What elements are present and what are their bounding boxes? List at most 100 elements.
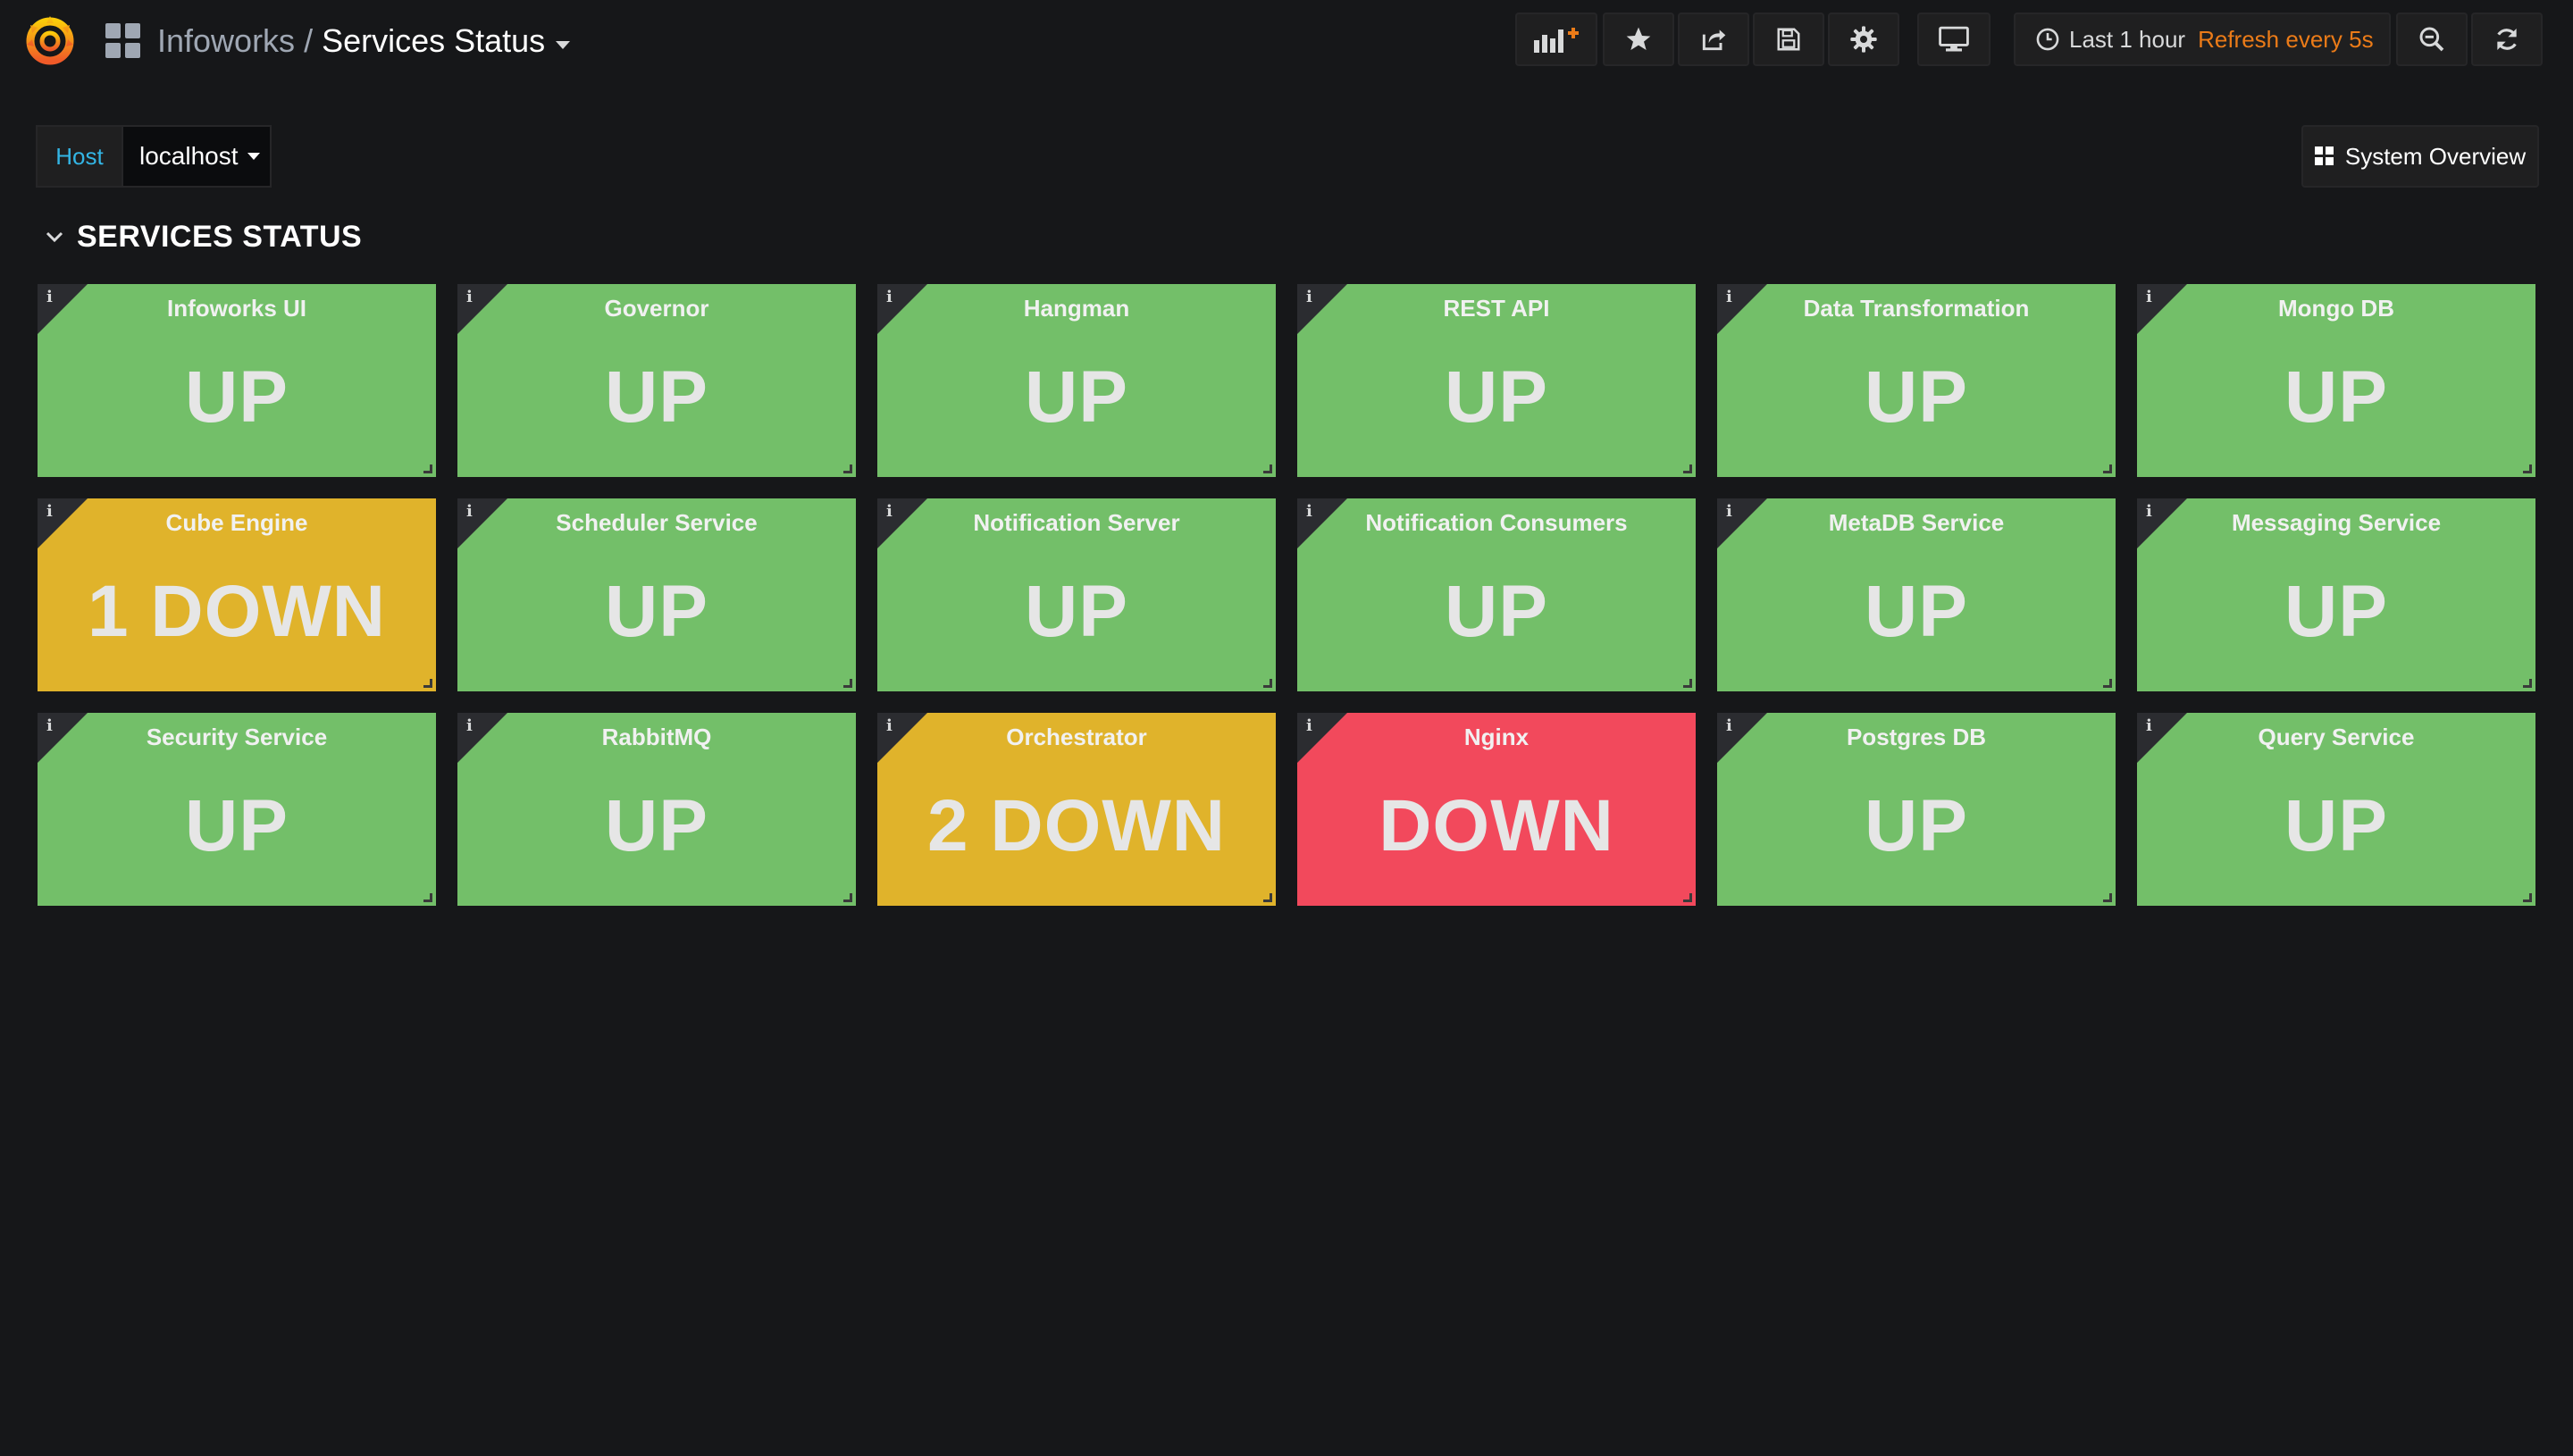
panel-status-value: UP	[2284, 571, 2388, 652]
panel-status-value: UP	[1445, 356, 1548, 438]
panel-status-value: UP	[2284, 785, 2388, 866]
resize-handle-icon[interactable]	[1263, 893, 1272, 902]
panel-title[interactable]: Nginx	[1297, 724, 1696, 751]
grafana-logo-icon[interactable]	[21, 11, 79, 68]
singlestat-panel[interactable]: i Cube Engine 1 DOWN	[38, 498, 436, 691]
panel-title[interactable]: Messaging Service	[2137, 509, 2535, 537]
singlestat-panel[interactable]: i Security Service UP	[38, 713, 436, 906]
panel-title[interactable]: Security Service	[38, 724, 436, 751]
resize-handle-icon[interactable]	[1263, 679, 1272, 688]
singlestat-panel[interactable]: i Postgres DB UP	[1717, 713, 2116, 906]
add-panel-button[interactable]	[1515, 13, 1597, 66]
panel-status-value: UP	[1865, 356, 1968, 438]
singlestat-panel[interactable]: i Scheduler Service UP	[457, 498, 856, 691]
panel-title[interactable]: MetaDB Service	[1717, 509, 2116, 537]
panel-title[interactable]: RabbitMQ	[457, 724, 856, 751]
resize-handle-icon[interactable]	[843, 464, 852, 473]
panel-title[interactable]: Infoworks UI	[38, 295, 436, 322]
system-overview-link[interactable]: System Overview	[2301, 125, 2539, 188]
share-dashboard-button[interactable]	[1678, 13, 1749, 66]
resize-handle-icon[interactable]	[1683, 893, 1692, 902]
top-navbar: Infoworks / Services Status Last 1 hour …	[0, 0, 2573, 80]
resize-handle-icon[interactable]	[423, 464, 432, 473]
panel-status-value: 1 DOWN	[88, 571, 386, 652]
panel-title[interactable]: Notification Consumers	[1297, 509, 1696, 537]
resize-handle-icon[interactable]	[2103, 464, 2112, 473]
singlestat-panel[interactable]: i Query Service UP	[2137, 713, 2535, 906]
settings-icon	[1850, 26, 1877, 53]
resize-handle-icon[interactable]	[1263, 464, 1272, 473]
singlestat-panel[interactable]: i Nginx DOWN	[1297, 713, 1696, 906]
share-icon	[1702, 29, 1726, 51]
save-dashboard-button[interactable]	[1753, 13, 1824, 66]
resize-handle-icon[interactable]	[1683, 464, 1692, 473]
panel-status-value: UP	[1865, 571, 1968, 652]
singlestat-panel[interactable]: i Orchestrator 2 DOWN	[877, 713, 1276, 906]
panel-title[interactable]: Data Transformation	[1717, 295, 2116, 322]
zoom-out-button[interactable]	[2396, 13, 2468, 66]
singlestat-panel[interactable]: i Governor UP	[457, 284, 856, 477]
row-title: SERVICES STATUS	[77, 219, 363, 254]
panel-status-value: UP	[185, 785, 289, 866]
singlestat-panel[interactable]: i RabbitMQ UP	[457, 713, 856, 906]
singlestat-panel[interactable]: i Infoworks UI UP	[38, 284, 436, 477]
panel-status-value: UP	[605, 356, 708, 438]
resize-handle-icon[interactable]	[843, 893, 852, 902]
row-header-services-status[interactable]: SERVICES STATUS	[45, 214, 362, 259]
clock-icon	[2036, 28, 2059, 51]
breadcrumb-folder[interactable]: Infoworks	[157, 22, 295, 59]
singlestat-panel[interactable]: i Data Transformation UP	[1717, 284, 2116, 477]
resize-handle-icon[interactable]	[843, 679, 852, 688]
dashboard-title[interactable]: Services Status	[322, 22, 545, 59]
panel-status-value: UP	[1865, 785, 1968, 866]
resize-handle-icon[interactable]	[423, 679, 432, 688]
panel-title[interactable]: Postgres DB	[1717, 724, 2116, 751]
caret-down-icon	[247, 153, 260, 160]
resize-handle-icon[interactable]	[2103, 893, 2112, 902]
singlestat-panel[interactable]: i Hangman UP	[877, 284, 1276, 477]
singlestat-panel[interactable]: i REST API UP	[1297, 284, 1696, 477]
refresh-icon	[2497, 29, 2517, 50]
resize-handle-icon[interactable]	[2523, 893, 2532, 902]
panel-grid: i Infoworks UI UP i Governor UP i Hangman UP i RES…	[38, 284, 2535, 906]
system-overview-label: System Overview	[2344, 142, 2527, 170]
panel-title[interactable]: Notification Server	[877, 509, 1276, 537]
resize-handle-icon[interactable]	[423, 893, 432, 902]
panel-status-value: UP	[605, 571, 708, 652]
singlestat-panel[interactable]: i Notification Consumers UP	[1297, 498, 1696, 691]
tv-mode-button[interactable]	[1917, 13, 1991, 66]
resize-handle-icon[interactable]	[2103, 679, 2112, 688]
time-range-label: Last 1 hour	[2069, 25, 2186, 53]
dashboards-grid-icon[interactable]	[105, 23, 141, 59]
panel-title[interactable]: Orchestrator	[877, 724, 1276, 751]
dashboard-breadcrumb[interactable]: Infoworks / Services Status	[157, 20, 571, 63]
resize-handle-icon[interactable]	[2523, 464, 2532, 473]
panel-status-value: DOWN	[1379, 785, 1614, 866]
singlestat-panel[interactable]: i Messaging Service UP	[2137, 498, 2535, 691]
panel-status-value: UP	[1445, 571, 1548, 652]
panel-title[interactable]: Query Service	[2137, 724, 2535, 751]
panel-title[interactable]: Cube Engine	[38, 509, 436, 537]
panel-title[interactable]: Mongo DB	[2137, 295, 2535, 322]
resize-handle-icon[interactable]	[2523, 679, 2532, 688]
time-range-picker[interactable]: Last 1 hour Refresh every 5s	[2014, 13, 2391, 66]
resize-handle-icon[interactable]	[1683, 679, 1692, 688]
panel-title[interactable]: Governor	[457, 295, 856, 322]
zoom-out-icon	[2419, 27, 2444, 52]
save-icon	[1777, 28, 1800, 51]
refresh-button[interactable]	[2471, 13, 2543, 66]
variable-host-label: Host	[36, 125, 122, 188]
dashboard-settings-button[interactable]	[1828, 13, 1899, 66]
panel-title[interactable]: Scheduler Service	[457, 509, 856, 537]
singlestat-panel[interactable]: i Mongo DB UP	[2137, 284, 2535, 477]
dashboard-link-icon	[2314, 146, 2334, 165]
singlestat-panel[interactable]: i Notification Server UP	[877, 498, 1276, 691]
panel-status-value: 2 DOWN	[927, 785, 1226, 866]
panel-title[interactable]: Hangman	[877, 295, 1276, 322]
panel-title[interactable]: REST API	[1297, 295, 1696, 322]
star-dashboard-button[interactable]	[1603, 13, 1674, 66]
singlestat-panel[interactable]: i MetaDB Service UP	[1717, 498, 2116, 691]
panel-status-value: UP	[1025, 571, 1128, 652]
variable-host-select[interactable]: localhost	[122, 125, 272, 188]
star-icon	[1626, 27, 1651, 50]
